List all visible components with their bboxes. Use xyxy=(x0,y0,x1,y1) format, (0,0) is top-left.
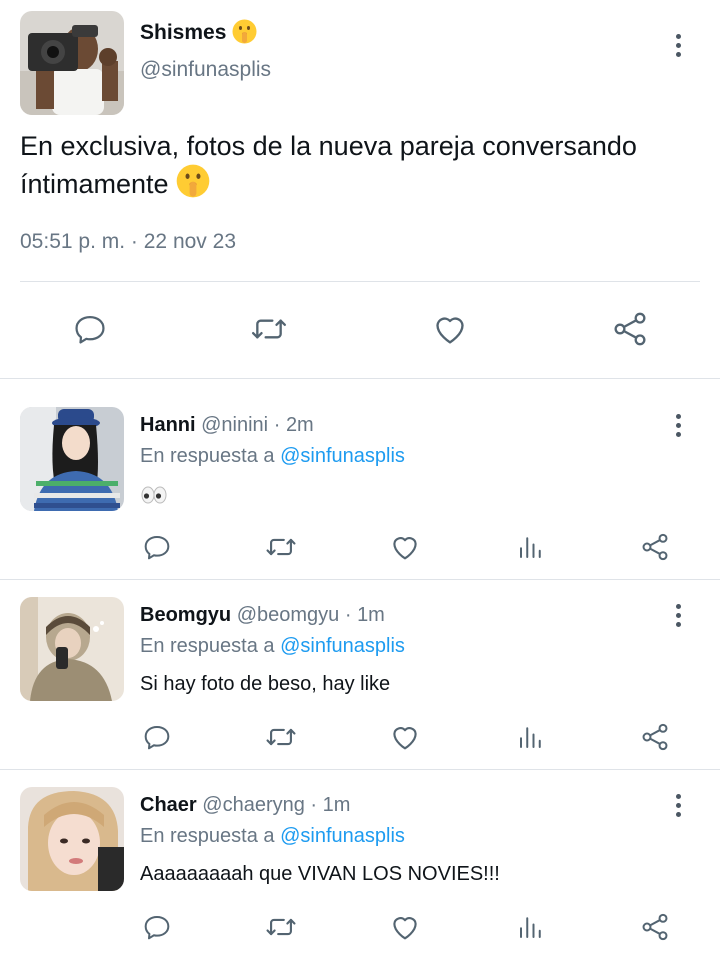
mention-link[interactable]: @sinfunasplis xyxy=(280,825,405,847)
divider xyxy=(20,281,700,282)
display-name-row: Shismes xyxy=(140,19,257,51)
timestamp: 05:51 p. m. · 22 nov 23 xyxy=(20,229,236,255)
reply-header: Hanni @ninini · 2m xyxy=(140,412,314,438)
reply-button[interactable] xyxy=(137,907,177,947)
views-button[interactable] xyxy=(511,717,551,757)
views-icon xyxy=(520,917,541,938)
reply-icon xyxy=(144,536,170,560)
reply-icon xyxy=(144,726,170,750)
handle[interactable]: @sinfunasplis xyxy=(140,57,271,83)
avatar[interactable] xyxy=(20,787,124,891)
views-button[interactable] xyxy=(511,527,551,567)
reply-context: En respuesta a @sinfunasplis xyxy=(140,633,405,659)
separator-dot: · xyxy=(310,794,318,816)
like-button[interactable] xyxy=(385,907,425,947)
reply-text-body: Si hay foto de beso, hay like xyxy=(140,673,391,695)
share-button[interactable] xyxy=(635,717,675,757)
reply-icon xyxy=(75,316,105,344)
retweet-button[interactable] xyxy=(261,907,301,947)
divider xyxy=(0,579,720,580)
reply-text xyxy=(140,481,168,512)
retweet-button[interactable] xyxy=(261,717,301,757)
mention-link[interactable]: @sinfunasplis xyxy=(280,635,405,657)
heart-icon xyxy=(393,917,417,940)
reply-text-body: Aaaaaaaaah que VIVAN LOS NOVIES!!! xyxy=(140,863,500,885)
tweet-text-body: En exclusiva, fotos de la nueva pareja c… xyxy=(20,131,637,199)
reply-header: Chaer @chaeryng · 1m xyxy=(140,792,350,818)
more-vertical-icon[interactable] xyxy=(668,30,688,60)
handle[interactable]: @beomgyu xyxy=(237,604,340,626)
avatar[interactable] xyxy=(20,11,124,115)
share-icon xyxy=(642,913,668,941)
views-icon xyxy=(520,537,541,558)
reply-prefix: En respuesta a xyxy=(140,825,275,847)
more-vertical-icon[interactable] xyxy=(668,410,688,440)
tweet-date: 22 nov 23 xyxy=(143,230,236,253)
reply-button[interactable] xyxy=(70,309,110,349)
tweet-time: 05:51 p. m. xyxy=(20,230,126,253)
retweet-button[interactable] xyxy=(261,527,301,567)
separator-dot: · xyxy=(273,414,281,436)
reply-age: 1m xyxy=(357,604,385,626)
reply-button[interactable] xyxy=(137,717,177,757)
heart-icon xyxy=(393,537,417,560)
mention-link[interactable]: @sinfunasplis xyxy=(280,445,405,467)
separator-dot: · xyxy=(344,604,352,626)
more-vertical-icon[interactable] xyxy=(668,600,688,630)
reply-prefix: En respuesta a xyxy=(140,635,275,657)
share-button[interactable] xyxy=(610,309,650,349)
display-name[interactable]: Beomgyu xyxy=(140,604,231,626)
tweet-text: En exclusiva, fotos de la nueva pareja c… xyxy=(20,128,700,207)
share-icon xyxy=(642,723,668,751)
like-button[interactable] xyxy=(385,717,425,757)
reply-icon xyxy=(144,916,170,940)
reply-prefix: En respuesta a xyxy=(140,445,275,467)
reply-button[interactable] xyxy=(137,527,177,567)
avatar[interactable] xyxy=(20,597,124,701)
retweet-icon xyxy=(252,319,286,339)
reply-context: En respuesta a @sinfunasplis xyxy=(140,823,405,849)
reply-age: 2m xyxy=(285,414,314,436)
eyes-emoji xyxy=(140,485,168,512)
views-button[interactable] xyxy=(511,907,551,947)
share-button[interactable] xyxy=(635,527,675,567)
display-name[interactable]: Chaer xyxy=(140,794,197,816)
avatar[interactable] xyxy=(20,407,124,511)
like-button[interactable] xyxy=(430,309,470,349)
handle[interactable]: @chaeryng xyxy=(202,794,305,816)
more-vertical-icon[interactable] xyxy=(668,790,688,820)
views-icon xyxy=(520,727,541,748)
heart-icon xyxy=(393,727,417,750)
divider xyxy=(0,769,720,770)
divider xyxy=(0,378,720,379)
reply-header: Beomgyu @beomgyu · 1m xyxy=(140,602,385,628)
handle[interactable]: @ninini xyxy=(201,414,268,436)
share-button[interactable] xyxy=(635,907,675,947)
share-icon xyxy=(614,312,646,346)
separator-dot: · xyxy=(130,230,138,253)
retweet-icon xyxy=(266,538,296,556)
display-name[interactable]: Hanni xyxy=(140,414,196,436)
retweet-button[interactable] xyxy=(249,309,289,349)
heart-icon xyxy=(436,317,464,344)
retweet-icon xyxy=(266,918,296,936)
display-name[interactable]: Shismes xyxy=(140,21,226,44)
share-icon xyxy=(642,533,668,561)
shushing-face-emoji xyxy=(176,164,210,207)
reply-age: 1m xyxy=(322,794,351,816)
shushing-face-emoji xyxy=(232,19,257,51)
retweet-icon xyxy=(266,728,296,746)
like-button[interactable] xyxy=(385,527,425,567)
reply-context: En respuesta a @sinfunasplis xyxy=(140,443,405,469)
